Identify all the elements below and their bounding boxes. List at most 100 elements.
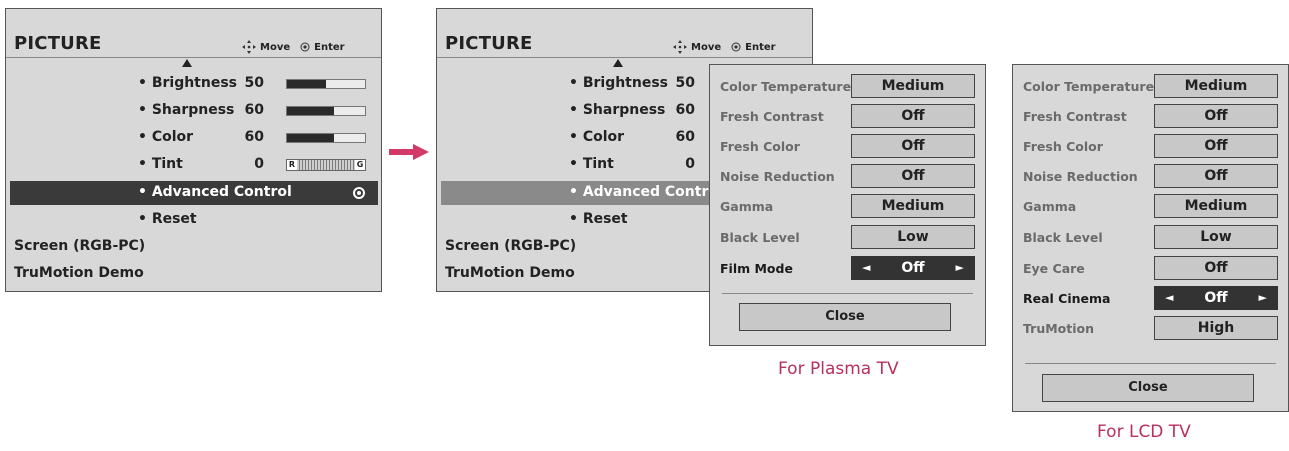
trumotion-value[interactable]: High — [1154, 316, 1278, 340]
gamma-value[interactable]: Medium — [1154, 194, 1278, 218]
brightness-value: 50 — [675, 75, 695, 91]
fresh-contrast-value[interactable]: Off — [1154, 104, 1278, 128]
submenu-row[interactable]: Black Level Low — [710, 224, 985, 250]
submenu-row[interactable]: Fresh Contrast Off — [1013, 103, 1288, 129]
fresh-contrast-label: Fresh Contrast — [1023, 109, 1127, 124]
submenu-row[interactable]: Fresh Contrast Off — [710, 103, 985, 129]
color-temperature-value[interactable]: Medium — [1154, 74, 1278, 98]
real-cinema-selector[interactable]: ◄ Off ► — [1154, 286, 1278, 310]
submenu-row[interactable]: Gamma Medium — [1013, 193, 1288, 219]
gamma-label: Gamma — [720, 199, 774, 214]
submenu-row[interactable]: Fresh Color Off — [1013, 133, 1288, 159]
color-temperature-label: Color Temperature — [720, 79, 852, 94]
real-cinema-value: Off — [1204, 290, 1228, 306]
advanced-control-label: • Advanced Control — [569, 184, 723, 200]
tint-label: • Tint — [569, 156, 614, 172]
screen-row[interactable]: Screen (RGB-PC) — [445, 238, 576, 254]
menu-hints: Move Enter — [242, 40, 345, 54]
reset-label: • Reset — [138, 211, 197, 227]
header-divider — [6, 57, 381, 58]
fresh-color-value[interactable]: Off — [1154, 134, 1278, 158]
black-level-label: Black Level — [720, 230, 800, 245]
reset-label: • Reset — [569, 211, 628, 227]
submenu-row[interactable]: Real Cinema ◄ Off ► — [1013, 285, 1288, 311]
fresh-color-label: Fresh Color — [1023, 139, 1103, 154]
screen-label: Screen (RGB-PC) — [14, 238, 146, 254]
noise-reduction-label: Noise Reduction — [1023, 169, 1138, 184]
sharpness-fill — [287, 107, 334, 115]
submenu-row[interactable]: Gamma Medium — [710, 193, 985, 219]
color-label: • Color — [569, 129, 625, 145]
enter-hint: Enter — [745, 41, 776, 53]
advanced-control-submenu-plasma: Color Temperature Medium Fresh Contrast … — [709, 64, 986, 346]
left-arrow-icon[interactable]: ◄ — [1165, 287, 1173, 309]
submenu-row[interactable]: Noise Reduction Off — [1013, 163, 1288, 189]
header-divider — [437, 57, 812, 58]
brightness-bar[interactable] — [286, 79, 366, 89]
sharpness-bar[interactable] — [286, 106, 366, 116]
right-arrow-icon[interactable]: ► — [956, 257, 964, 279]
submenu-row[interactable]: Noise Reduction Off — [710, 163, 985, 189]
move-icon — [242, 40, 256, 54]
enter-indicator-icon — [353, 187, 365, 199]
scroll-up-icon[interactable] — [182, 59, 192, 67]
left-arrow-icon[interactable]: ◄ — [862, 257, 870, 279]
color-temperature-value[interactable]: Medium — [851, 74, 975, 98]
submenu-row[interactable]: Eye Care Off — [1013, 255, 1288, 281]
tint-bar[interactable]: R G — [286, 159, 366, 171]
trumotion-demo-row[interactable]: TruMotion Demo — [14, 265, 144, 281]
submenu-row[interactable]: TruMotion High — [1013, 315, 1288, 341]
brightness-label: • Brightness — [138, 75, 238, 91]
color-temperature-label: Color Temperature — [1023, 79, 1155, 94]
advanced-control-submenu-lcd: Color Temperature Medium Fresh Contrast … — [1012, 64, 1289, 412]
submenu-row[interactable]: Color Temperature Medium — [710, 73, 985, 99]
color-bar[interactable] — [286, 133, 366, 143]
right-arrow-icon[interactable]: ► — [1259, 287, 1267, 309]
menu-title: PICTURE — [445, 33, 533, 54]
trumotion-label: TruMotion — [1023, 321, 1094, 336]
color-value: 60 — [244, 129, 264, 145]
trumotion-demo-row[interactable]: TruMotion Demo — [445, 265, 575, 281]
eye-care-value[interactable]: Off — [1154, 256, 1278, 280]
color-value: 60 — [675, 129, 695, 145]
noise-reduction-label: Noise Reduction — [720, 169, 835, 184]
black-level-label: Black Level — [1023, 230, 1103, 245]
sharpness-value: 60 — [244, 102, 264, 118]
screen-row[interactable]: Screen (RGB-PC) — [14, 238, 145, 254]
tint-value: 0 — [685, 156, 695, 172]
film-mode-label: Film Mode — [720, 261, 793, 276]
noise-reduction-value[interactable]: Off — [851, 164, 975, 188]
trumotion-demo-label: TruMotion Demo — [14, 265, 144, 281]
film-mode-value: Off — [901, 260, 925, 276]
brightness-value: 50 — [244, 75, 264, 91]
fresh-color-label: Fresh Color — [720, 139, 800, 154]
submenu-row[interactable]: Color Temperature Medium — [1013, 73, 1288, 99]
real-cinema-label: Real Cinema — [1023, 291, 1111, 306]
scroll-up-icon[interactable] — [613, 59, 623, 67]
color-label: • Color — [138, 129, 194, 145]
lcd-caption: For LCD TV — [1097, 422, 1191, 442]
close-button[interactable]: Close — [739, 303, 951, 331]
sharpness-label: • Sharpness — [569, 102, 666, 118]
film-mode-selector[interactable]: ◄ Off ► — [851, 256, 975, 280]
close-button[interactable]: Close — [1042, 374, 1254, 402]
enter-hint: Enter — [314, 41, 345, 53]
tint-label: • Tint — [138, 156, 183, 172]
submenu-row[interactable]: Fresh Color Off — [710, 133, 985, 159]
gamma-value[interactable]: Medium — [851, 194, 975, 218]
submenu-row[interactable]: Black Level Low — [1013, 224, 1288, 250]
screen-label: Screen (RGB-PC) — [445, 238, 577, 254]
brightness-label: • Brightness — [569, 75, 669, 91]
submenu-divider — [722, 293, 973, 294]
advanced-control-label: • Advanced Control — [138, 184, 292, 200]
menu-hints: Move Enter — [673, 40, 776, 54]
fresh-color-value[interactable]: Off — [851, 134, 975, 158]
plasma-caption: For Plasma TV — [778, 359, 899, 379]
tint-value: 0 — [254, 156, 264, 172]
gamma-label: Gamma — [1023, 199, 1077, 214]
black-level-value[interactable]: Low — [851, 225, 975, 249]
fresh-contrast-value[interactable]: Off — [851, 104, 975, 128]
submenu-row[interactable]: Film Mode ◄ Off ► — [710, 255, 985, 281]
black-level-value[interactable]: Low — [1154, 225, 1278, 249]
noise-reduction-value[interactable]: Off — [1154, 164, 1278, 188]
